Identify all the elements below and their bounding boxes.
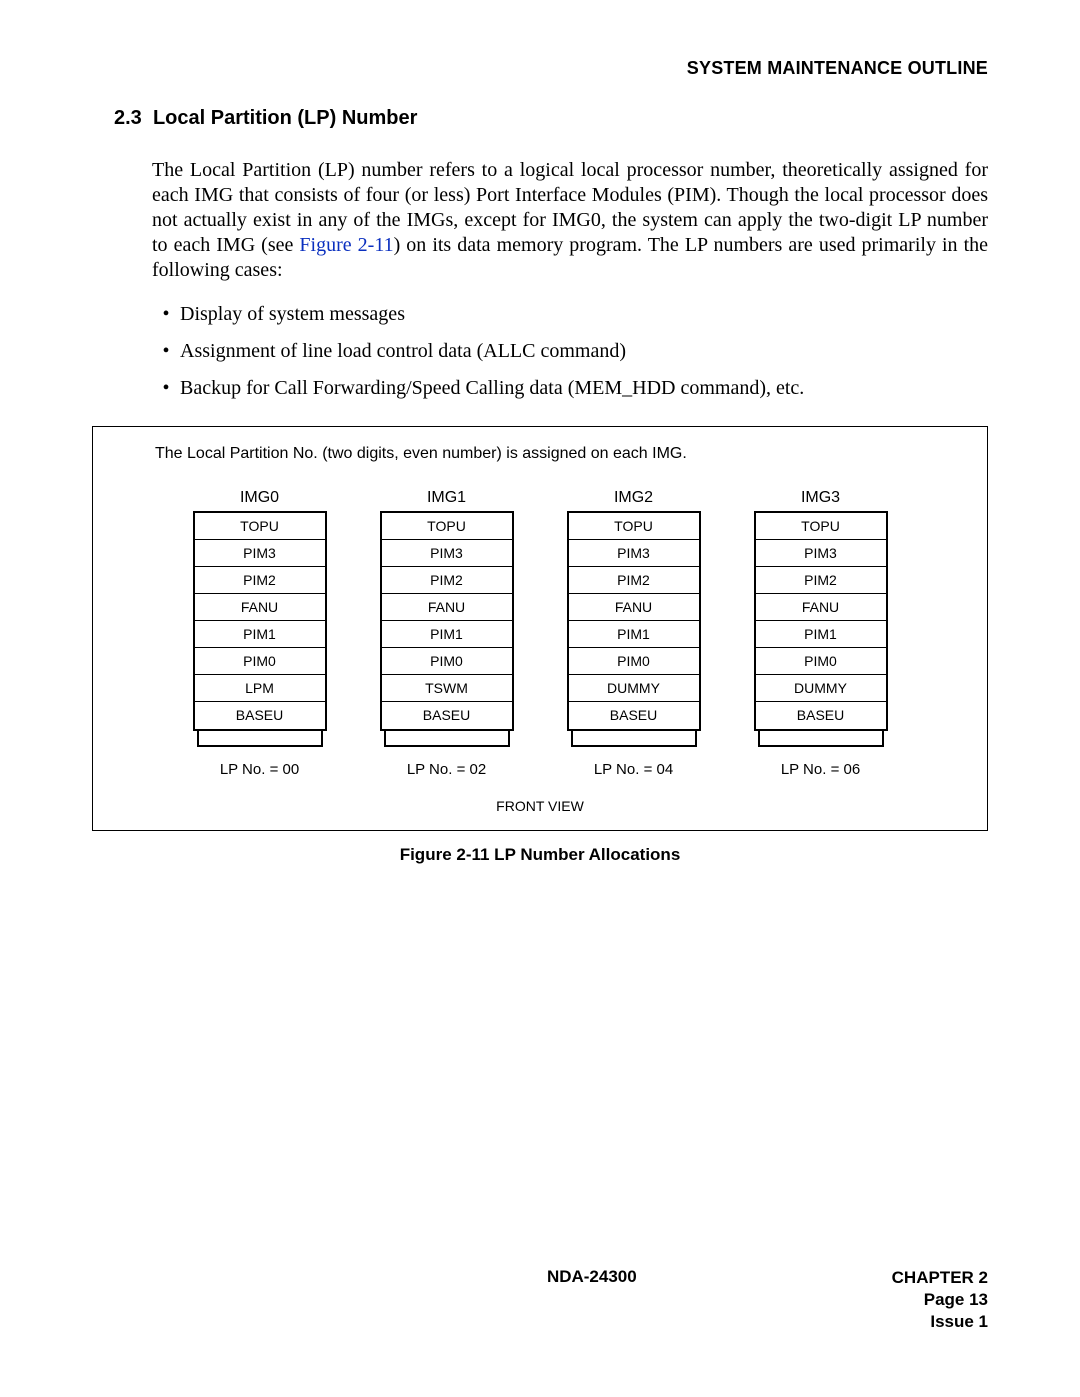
rack-cell: BASEU bbox=[569, 702, 699, 729]
list-item: • Backup for Call Forwarding/Speed Calli… bbox=[152, 377, 988, 400]
rack-cell: PIM1 bbox=[382, 621, 512, 648]
rack: TOPU PIM3 PIM2 FANU PIM1 PIM0 LPM BASEU bbox=[193, 511, 327, 731]
page-footer: NDA-24300 CHAPTER 2 Page 13 Issue 1 bbox=[92, 1267, 988, 1333]
rack-column: IMG2 TOPU PIM3 PIM2 FANU PIM1 PIM0 DUMMY… bbox=[556, 489, 711, 778]
bracket-icon bbox=[569, 731, 699, 753]
rack-cell: PIM0 bbox=[195, 648, 325, 675]
bullet-icon: • bbox=[152, 303, 180, 326]
footer-issue: Issue 1 bbox=[892, 1311, 988, 1333]
rack-cell: PIM2 bbox=[756, 567, 886, 594]
rack-cell: TSWM bbox=[382, 675, 512, 702]
footer-doc-number: NDA-24300 bbox=[547, 1267, 637, 1287]
bracket-icon bbox=[382, 731, 512, 753]
section-title: Local Partition (LP) Number bbox=[153, 107, 417, 129]
front-view-label: FRONT VIEW bbox=[129, 798, 951, 814]
lp-number-label: LP No. = 04 bbox=[594, 761, 673, 778]
list-item: • Assignment of line load control data (… bbox=[152, 340, 988, 363]
rack-cell: BASEU bbox=[756, 702, 886, 729]
rack: TOPU PIM3 PIM2 FANU PIM1 PIM0 DUMMY BASE… bbox=[754, 511, 888, 731]
rack-cell: FANU bbox=[756, 594, 886, 621]
lp-number-label: LP No. = 06 bbox=[781, 761, 860, 778]
rack-cell: PIM2 bbox=[569, 567, 699, 594]
figure-container: The Local Partition No. (two digits, eve… bbox=[92, 426, 988, 831]
rack-cell: PIM0 bbox=[569, 648, 699, 675]
rack-column: IMG3 TOPU PIM3 PIM2 FANU PIM1 PIM0 DUMMY… bbox=[743, 489, 898, 778]
document-page: SYSTEM MAINTENANCE OUTLINE 2.3 Local Par… bbox=[0, 0, 1080, 1397]
lp-number-label: LP No. = 02 bbox=[407, 761, 486, 778]
rack: TOPU PIM3 PIM2 FANU PIM1 PIM0 DUMMY BASE… bbox=[567, 511, 701, 731]
rack-cell: TOPU bbox=[382, 513, 512, 540]
rack-column: IMG0 TOPU PIM3 PIM2 FANU PIM1 PIM0 LPM B… bbox=[182, 489, 337, 778]
bracket-icon bbox=[756, 731, 886, 753]
rack-cell: TOPU bbox=[756, 513, 886, 540]
footer-chapter: CHAPTER 2 bbox=[892, 1267, 988, 1289]
section-heading: 2.3 Local Partition (LP) Number bbox=[114, 107, 988, 130]
rack-label: IMG1 bbox=[427, 489, 466, 507]
rack-cell: PIM1 bbox=[195, 621, 325, 648]
lp-number-label: LP No. = 00 bbox=[220, 761, 299, 778]
rack-cell: BASEU bbox=[195, 702, 325, 729]
rack-label: IMG0 bbox=[240, 489, 279, 507]
figure-caption: Figure 2-11 LP Number Allocations bbox=[92, 845, 988, 865]
rack-cell: DUMMY bbox=[756, 675, 886, 702]
rack-cell: FANU bbox=[382, 594, 512, 621]
rack-cell: PIM2 bbox=[195, 567, 325, 594]
footer-right: CHAPTER 2 Page 13 Issue 1 bbox=[892, 1267, 988, 1333]
rack-cell: PIM0 bbox=[756, 648, 886, 675]
list-item-text: Backup for Call Forwarding/Speed Calling… bbox=[180, 377, 804, 400]
rack-cell: PIM3 bbox=[569, 540, 699, 567]
rack-cell: PIM3 bbox=[195, 540, 325, 567]
bullet-icon: • bbox=[152, 377, 180, 400]
rack-cell: PIM3 bbox=[382, 540, 512, 567]
rack-cell: FANU bbox=[569, 594, 699, 621]
rack-cell: PIM1 bbox=[569, 621, 699, 648]
bullet-icon: • bbox=[152, 340, 180, 363]
rack-cell: DUMMY bbox=[569, 675, 699, 702]
rack-label: IMG3 bbox=[801, 489, 840, 507]
rack-cell: BASEU bbox=[382, 702, 512, 729]
figure-reference-link[interactable]: Figure 2-11 bbox=[299, 234, 393, 256]
rack-cell: TOPU bbox=[195, 513, 325, 540]
bracket-icon bbox=[195, 731, 325, 753]
rack-stacks: IMG0 TOPU PIM3 PIM2 FANU PIM1 PIM0 LPM B… bbox=[129, 489, 951, 778]
rack-cell: TOPU bbox=[569, 513, 699, 540]
list-item-text: Assignment of line load control data (AL… bbox=[180, 340, 626, 363]
body-paragraph: The Local Partition (LP) number refers t… bbox=[152, 158, 988, 283]
list-item: • Display of system messages bbox=[152, 303, 988, 326]
rack-cell: PIM2 bbox=[382, 567, 512, 594]
section-number: 2.3 bbox=[114, 107, 142, 129]
rack-cell: LPM bbox=[195, 675, 325, 702]
rack-cell: PIM1 bbox=[756, 621, 886, 648]
rack: TOPU PIM3 PIM2 FANU PIM1 PIM0 TSWM BASEU bbox=[380, 511, 514, 731]
figure-note: The Local Partition No. (two digits, eve… bbox=[155, 445, 951, 463]
rack-column: IMG1 TOPU PIM3 PIM2 FANU PIM1 PIM0 TSWM … bbox=[369, 489, 524, 778]
rack-cell: PIM3 bbox=[756, 540, 886, 567]
rack-label: IMG2 bbox=[614, 489, 653, 507]
bullet-list: • Display of system messages • Assignmen… bbox=[152, 303, 988, 400]
list-item-text: Display of system messages bbox=[180, 303, 405, 326]
page-header-title: SYSTEM MAINTENANCE OUTLINE bbox=[92, 58, 988, 79]
rack-cell: FANU bbox=[195, 594, 325, 621]
footer-page: Page 13 bbox=[892, 1289, 988, 1311]
rack-cell: PIM0 bbox=[382, 648, 512, 675]
